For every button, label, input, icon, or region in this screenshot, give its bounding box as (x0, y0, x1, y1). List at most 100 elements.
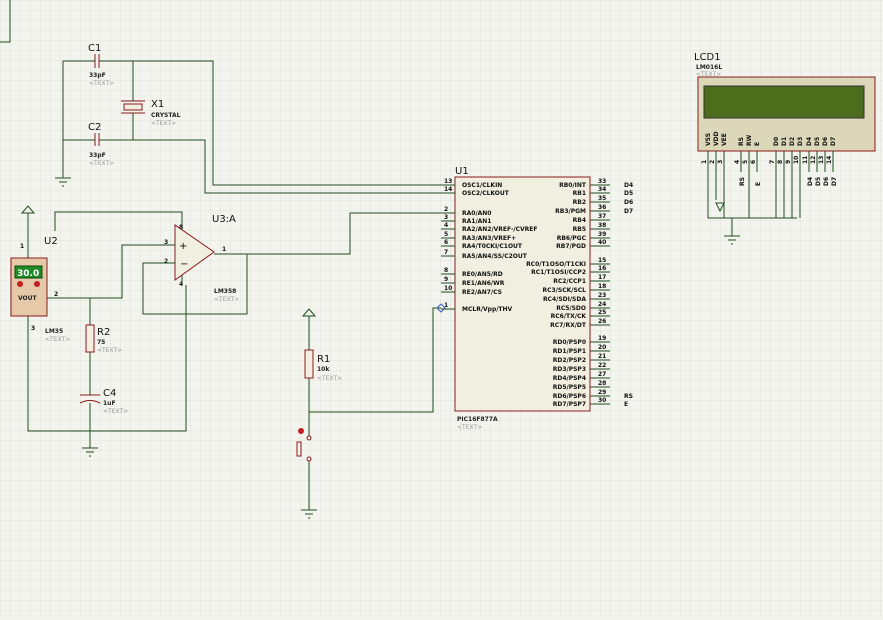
u1-pin-number: 30 (598, 397, 606, 404)
lcd-pin-name: RS (738, 137, 745, 146)
u1-pin-number: 2 (444, 206, 448, 213)
u1-pin-number: 3 (444, 214, 448, 221)
c4-value: 1uF (103, 400, 116, 407)
c1-text: <TEXT> (89, 80, 114, 87)
schematic-sheet[interactable]: C1 33pF <TEXT> C2 33pF <TEXT> X1 CRYSTAL… (0, 0, 883, 616)
lcd-pin-number: 10 (793, 156, 800, 164)
u3-pin8: 8 (179, 224, 183, 231)
x1-text: <TEXT> (151, 120, 176, 127)
u1-pin-name: RD7/PSP7 (553, 401, 586, 408)
opamp-plus-sign: + (179, 241, 187, 252)
lcd-pin-number: 11 (802, 156, 809, 164)
u1-pin-number: 1 (444, 302, 448, 309)
u1-text: <TEXT> (457, 424, 482, 431)
lcd-pin-name: VEE (721, 133, 728, 146)
lcd-pin-name: D7 (830, 137, 837, 146)
u1-pin-number: 19 (598, 335, 606, 342)
u2-pin3: 3 (31, 325, 35, 332)
u1-pin-number: 37 (598, 213, 606, 220)
lcd-pin-name: D0 (773, 137, 780, 146)
lcd-pin-number: 14 (826, 156, 833, 164)
u1-pin-name: RB4 (573, 217, 586, 224)
u2-button-left[interactable] (17, 281, 23, 287)
u1-pin-number: 27 (598, 371, 606, 378)
lcd-pin-name: VSS (705, 133, 712, 146)
u1-pin-name: MCLR/Vpp/THV (462, 306, 513, 313)
microcontroller-u1[interactable]: U1 PIC16F877A <TEXT> 13OSC1/CLKIN14OSC2/… (441, 166, 633, 431)
u1-pin-number: 8 (444, 267, 448, 274)
lcd-pin-number: 6 (750, 160, 757, 164)
u1-pin-name: RA3/AN3/VREF+ (462, 235, 516, 242)
u2-part: LM35 (45, 328, 63, 335)
u1-pin-number: 5 (444, 231, 448, 238)
lcd-pin-number: 9 (785, 160, 792, 164)
u1-pin-name: RA0/AN0 (462, 210, 491, 217)
u1-net-label: D6 (624, 199, 633, 206)
lcd-pin-number: 7 (769, 160, 776, 164)
u1-pin-name: RE1/AN6/WR (462, 280, 505, 287)
u1-pin-number: 29 (598, 389, 606, 396)
c1-ref: C1 (88, 43, 101, 54)
lcd-pin-name: E (754, 142, 761, 146)
u1-pin-number: 6 (444, 239, 448, 246)
lcd-net-label: D6 (823, 177, 830, 186)
u1-pin-number: 33 (598, 178, 606, 185)
u1-pin-name: RA5/AN4/SS/C2OUT (462, 253, 528, 260)
u1-pin-name: RB7/PGD (556, 243, 586, 250)
u1-pin-name: RC7/RX/DT (550, 322, 587, 329)
u1-pin-name: RC6/TX/CK (551, 313, 587, 320)
u1-pin-name: OSC1/CLKIN (462, 182, 502, 189)
u1-pin-number: 39 (598, 231, 606, 238)
lcd-pin-number: 4 (734, 160, 741, 164)
lcd-pin-name: D5 (814, 137, 821, 146)
u1-pin-name: RD2/PSP2 (553, 357, 586, 364)
u2-display: 30.0 (17, 269, 39, 279)
u1-pin-name: RB6/PGC (557, 235, 587, 242)
u1-pin-number: 26 (598, 318, 606, 325)
u1-net-label: D7 (624, 208, 633, 215)
lcd-text: <TEXT> (696, 71, 721, 78)
u3-ref: U3:A (212, 214, 236, 225)
lcd-ref: LCD1 (694, 52, 721, 63)
u1-pin-name: RC2/CCP1 (553, 278, 586, 285)
u1-pin-number: 17 (598, 274, 606, 281)
u1-pin-name: RB1 (573, 190, 586, 197)
lcd-net-label: D5 (815, 177, 822, 186)
u1-pin-name: RC4/SDI/SDA (543, 296, 586, 303)
u2-button-right[interactable] (34, 281, 40, 287)
u1-pin-number: 4 (444, 222, 448, 229)
u1-pin-name: RB2 (573, 199, 586, 206)
u2-text: <TEXT> (45, 336, 70, 343)
u1-pin-name: RD5/PSP5 (553, 384, 586, 391)
u1-ref: U1 (455, 166, 469, 177)
lcd-pin-name: D1 (781, 137, 788, 146)
lcd-pin-number: 2 (709, 160, 716, 164)
lcd-pin-name: VDD (713, 131, 720, 146)
u1-pin-name: RA4/T0CKI/C1OUT (462, 243, 523, 250)
u1-pin-number: 13 (444, 178, 452, 185)
u1-net-label: E (624, 401, 628, 408)
lcd-pin-number: 12 (810, 156, 817, 164)
u3-part: LM358 (214, 288, 236, 295)
u1-pin-number: 34 (598, 186, 606, 193)
u1-pin-name: RE2/AN7/CS (462, 289, 502, 296)
u2-pin2: 2 (54, 291, 58, 298)
x1-value: CRYSTAL (151, 112, 181, 119)
u1-pin-number: 15 (598, 257, 606, 264)
lcd-pin-name: D2 (789, 137, 796, 146)
lcd-pin-number: 13 (818, 156, 825, 164)
lcd-net-label: D4 (807, 177, 814, 186)
u1-pin-number: 10 (444, 285, 452, 292)
c2-value: 33pF (89, 152, 106, 159)
c4-ref: C4 (103, 388, 116, 399)
u1-net-label: D4 (624, 182, 633, 189)
lcd-net-label: E (755, 182, 762, 186)
u1-pin-name: RC0/T1OSO/T1CKI (526, 261, 586, 268)
u1-pin-name: RD3/PSP3 (553, 366, 586, 373)
u1-pin-number: 22 (598, 362, 606, 369)
u1-pin-number: 7 (444, 249, 448, 256)
u1-pin-name: RA1/AN1 (462, 218, 491, 225)
u1-pin-name: RB0/INT (559, 182, 587, 189)
u2-vout: VOUT (18, 295, 38, 302)
lcd-pin-name: D4 (806, 137, 813, 146)
